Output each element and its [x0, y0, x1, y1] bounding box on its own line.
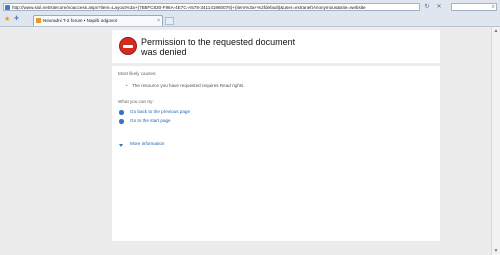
error-page: Permission to the requested document was… [112, 27, 440, 241]
scroll-up-icon[interactable]: ▲ [492, 27, 500, 35]
address-url[interactable]: http://www.siol.net/sitecore/noaccess.as… [12, 4, 418, 11]
error-details: Most likely causes: The resource you hav… [112, 66, 440, 241]
search-icon[interactable]: ⌕ [492, 4, 495, 11]
start-page-link-text[interactable]: Go to the start page [130, 118, 171, 124]
cause-item: The resource you have requested requires… [126, 83, 245, 89]
error-header: Permission to the requested document was… [112, 30, 440, 63]
new-tab-button[interactable] [165, 17, 174, 25]
page-title: Permission to the requested document was… [141, 37, 321, 57]
tab-title: Neuradni T-2 forum • Napiši odgovor [43, 18, 118, 23]
page-title-line-1: Permission to the requested document [141, 37, 296, 47]
search-input[interactable]: ⌕ [451, 3, 497, 11]
scroll-down-icon[interactable]: ▼ [492, 247, 500, 255]
try-label: What you can try: [118, 99, 154, 104]
go-back-link-text[interactable]: Go back to the previous page [130, 109, 190, 115]
site-favicon-icon [36, 18, 41, 23]
link-bullet-icon [119, 110, 124, 115]
close-tab-icon[interactable]: × [157, 16, 160, 26]
link-bullet-icon [119, 119, 124, 124]
chevron-down-icon[interactable] [119, 144, 123, 147]
tab-bar: ★ ✚ Neuradni T-2 forum • Napiši odgovor … [0, 13, 500, 26]
refresh-icon[interactable]: ↻ [422, 3, 432, 11]
browser-tab[interactable]: Neuradni T-2 forum • Napiši odgovor × [33, 15, 163, 26]
page-title-line-2: was denied [141, 47, 187, 57]
access-denied-icon [119, 37, 137, 55]
vertical-scrollbar[interactable]: ▲ ▼ [491, 27, 500, 255]
address-bar: http://www.siol.net/sitecore/noaccess.as… [3, 3, 497, 11]
causes-label: Most likely causes: [118, 71, 157, 76]
page-viewport: Permission to the requested document was… [0, 27, 500, 255]
stop-icon[interactable]: ✕ [434, 3, 444, 11]
more-information-link[interactable]: More information [130, 141, 164, 147]
add-favorites-icon[interactable]: ✚ [14, 16, 22, 23]
browser-chrome: http://www.siol.net/sitecore/noaccess.as… [0, 0, 500, 27]
favorites-star-icon[interactable]: ★ [4, 16, 12, 23]
page-icon [5, 5, 10, 10]
address-field[interactable]: http://www.siol.net/sitecore/noaccess.as… [3, 3, 420, 11]
